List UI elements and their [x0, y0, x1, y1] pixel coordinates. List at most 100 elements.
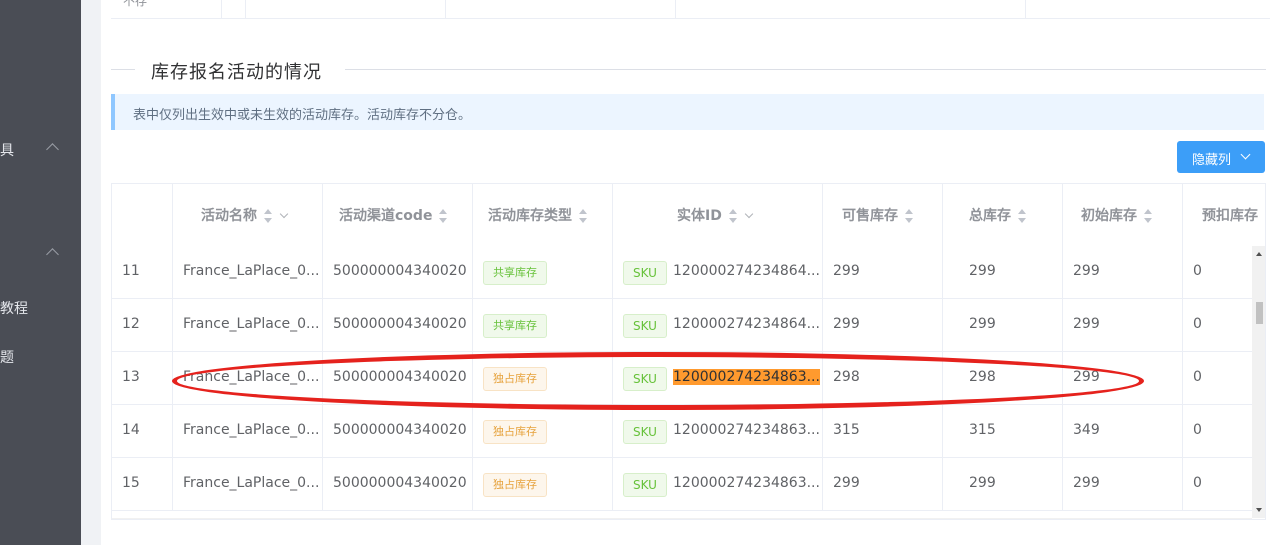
filter-chevron-icon[interactable] [279, 209, 289, 219]
table-row[interactable]: 12 France_LaPlace_0... 500000004340020 共享库存… [112, 299, 1252, 352]
cell-withheld-text: 0 [1193, 316, 1202, 332]
cell-channel-code-text: 500000004340020 [333, 475, 467, 491]
sort-icon[interactable] [438, 209, 448, 223]
scroll-up-icon[interactable] [1256, 252, 1262, 256]
section-divider: 库存报名活动的情况 [111, 56, 1266, 84]
cell-withheld: 0 [1183, 246, 1252, 299]
sort-icon[interactable] [1143, 209, 1153, 223]
cell-withheld: 0 [1183, 299, 1252, 352]
cell-sellable-text: 299 [833, 263, 860, 279]
cell-initial-text: 299 [1073, 475, 1100, 491]
cell-withheld-text: 0 [1193, 422, 1202, 438]
stock-type-tag: 共享库存 [483, 261, 547, 285]
horizontal-scrollbar[interactable] [112, 518, 1252, 519]
entity-id-text[interactable]: 120000274234863... [673, 369, 820, 385]
section-title: 库存报名活动的情况 [151, 62, 322, 83]
column-label: 活动渠道code [339, 208, 433, 224]
cell-initial-text: 299 [1073, 316, 1100, 332]
sidebar-item-label: 具 [0, 143, 14, 159]
previous-table-footer: 不存 [111, 0, 1270, 19]
sort-icon[interactable] [904, 209, 914, 223]
column-header-index [112, 184, 173, 246]
cell-sellable: 299 [823, 458, 943, 511]
cell-initial: 299 [1063, 299, 1183, 352]
cell-withheld: 0 [1183, 458, 1252, 511]
cell-activity-name: France_LaPlace_0... [173, 458, 323, 511]
cell-total-text: 299 [969, 316, 996, 332]
sku-tag: SKU [623, 314, 667, 338]
cell-initial-text: 349 [1073, 422, 1100, 438]
entity-id-text[interactable]: 120000274234864... [673, 316, 820, 332]
alert-text: 表中仅列出生效中或未生效的活动库存。活动库存不分仓。 [133, 108, 472, 123]
cell-index-text: 15 [122, 475, 140, 491]
sort-icon[interactable] [578, 209, 588, 223]
vertical-scrollbar[interactable] [1252, 246, 1265, 518]
table-header: 活动名称 活动渠道code 活动库存类型 实体ID 可售库存 总库存 初始库存 … [112, 184, 1258, 247]
column-header-name[interactable]: 活动名称 [173, 184, 323, 246]
cell-entity-id: SKU 120000274234864... [613, 246, 823, 299]
stock-type-tag: 独占库存 [483, 473, 547, 497]
cell-channel-code-text: 500000004340020 [333, 263, 467, 279]
table-row[interactable]: 15 France_LaPlace_0... 500000004340020 独占库存… [112, 458, 1252, 511]
column-label: 实体ID [677, 208, 722, 224]
table-row-label: 不存 [123, 0, 148, 8]
sort-icon[interactable] [263, 209, 273, 223]
cell-initial: 299 [1063, 246, 1183, 299]
chevron-up-icon[interactable] [46, 248, 59, 261]
hide-columns-label: 隐藏列 [1192, 153, 1232, 168]
sidebar-item-tutorial[interactable]: 教程 [0, 298, 28, 318]
column-header-entity-id[interactable]: 实体ID [613, 184, 823, 246]
chevron-up-icon[interactable] [46, 143, 59, 156]
cell-channel-code: 500000004340020 [323, 458, 473, 511]
entity-id-text[interactable]: 120000274234864... [673, 263, 820, 279]
column-header-stock-type[interactable]: 活动库存类型 [473, 184, 613, 246]
sidebar: 具 教程 题 [0, 0, 81, 545]
sort-icon[interactable] [1017, 209, 1027, 223]
column-header-sellable[interactable]: 可售库存 [823, 184, 943, 246]
info-alert: 表中仅列出生效中或未生效的活动库存。活动库存不分仓。 [111, 94, 1264, 130]
cell-activity-name: France_LaPlace_0... [173, 352, 323, 405]
cell-total: 315 [943, 405, 1063, 458]
cell-initial: 349 [1063, 405, 1183, 458]
cell-activity-name-text: France_LaPlace_0... [183, 422, 320, 438]
cell-channel-code: 500000004340020 [323, 352, 473, 405]
column-header-initial[interactable]: 初始库存 [1063, 184, 1183, 246]
table-row[interactable]: 14 France_LaPlace_0... 500000004340020 独占库存… [112, 405, 1252, 458]
column-header-withheld[interactable]: 预扣库存 [1183, 184, 1258, 246]
table-row[interactable]: 13 France_LaPlace_0... 500000004340020 独占库存… [112, 352, 1252, 405]
cell-stock-type: 共享库存 [473, 299, 613, 352]
cell-total: 299 [943, 299, 1063, 352]
entity-id-text[interactable]: 120000274234863... [673, 422, 820, 438]
main-content: 不存 库存报名活动的情况 表中仅列出生效中或未生效的活动库存。活动库存不分仓。 … [101, 0, 1270, 545]
entity-id-text[interactable]: 120000274234863... [673, 475, 820, 491]
cell-index-text: 14 [122, 422, 140, 438]
cell-withheld: 0 [1183, 352, 1252, 405]
sidebar-item-tools[interactable]: 具 [0, 140, 14, 160]
cell-stock-type: 独占库存 [473, 352, 613, 405]
cell-withheld: 0 [1183, 405, 1252, 458]
column-header-total[interactable]: 总库存 [943, 184, 1063, 246]
cell-channel-code: 500000004340020 [323, 299, 473, 352]
hide-columns-button[interactable]: 隐藏列 [1177, 141, 1265, 173]
column-label: 活动名称 [201, 208, 257, 224]
cell-activity-name-text: France_LaPlace_0... [183, 316, 320, 332]
cell-index-text: 11 [122, 263, 140, 279]
sidebar-item-faq[interactable]: 题 [0, 347, 14, 367]
cell-index: 12 [112, 299, 173, 352]
cell-sellable-text: 299 [833, 316, 860, 332]
cell-channel-code: 500000004340020 [323, 405, 473, 458]
column-label: 可售库存 [842, 208, 898, 224]
sort-icon[interactable] [728, 209, 738, 223]
cell-activity-name-text: France_LaPlace_0... [183, 475, 320, 491]
scroll-down-icon[interactable] [1256, 508, 1262, 512]
cell-index: 15 [112, 458, 173, 511]
cell-total: 299 [943, 246, 1063, 299]
filter-chevron-icon[interactable] [744, 209, 754, 219]
sidebar-item-label: 教程 [0, 301, 28, 317]
table-row[interactable]: 11 France_LaPlace_0... 500000004340020 共享库存… [112, 246, 1252, 299]
cell-index: 13 [112, 352, 173, 405]
cell-withheld-text: 0 [1193, 263, 1202, 279]
highlighted-entity-id[interactable]: 120000274234863... [673, 369, 820, 385]
scrollbar-thumb[interactable] [1256, 302, 1263, 324]
column-header-channel-code[interactable]: 活动渠道code [323, 184, 473, 246]
